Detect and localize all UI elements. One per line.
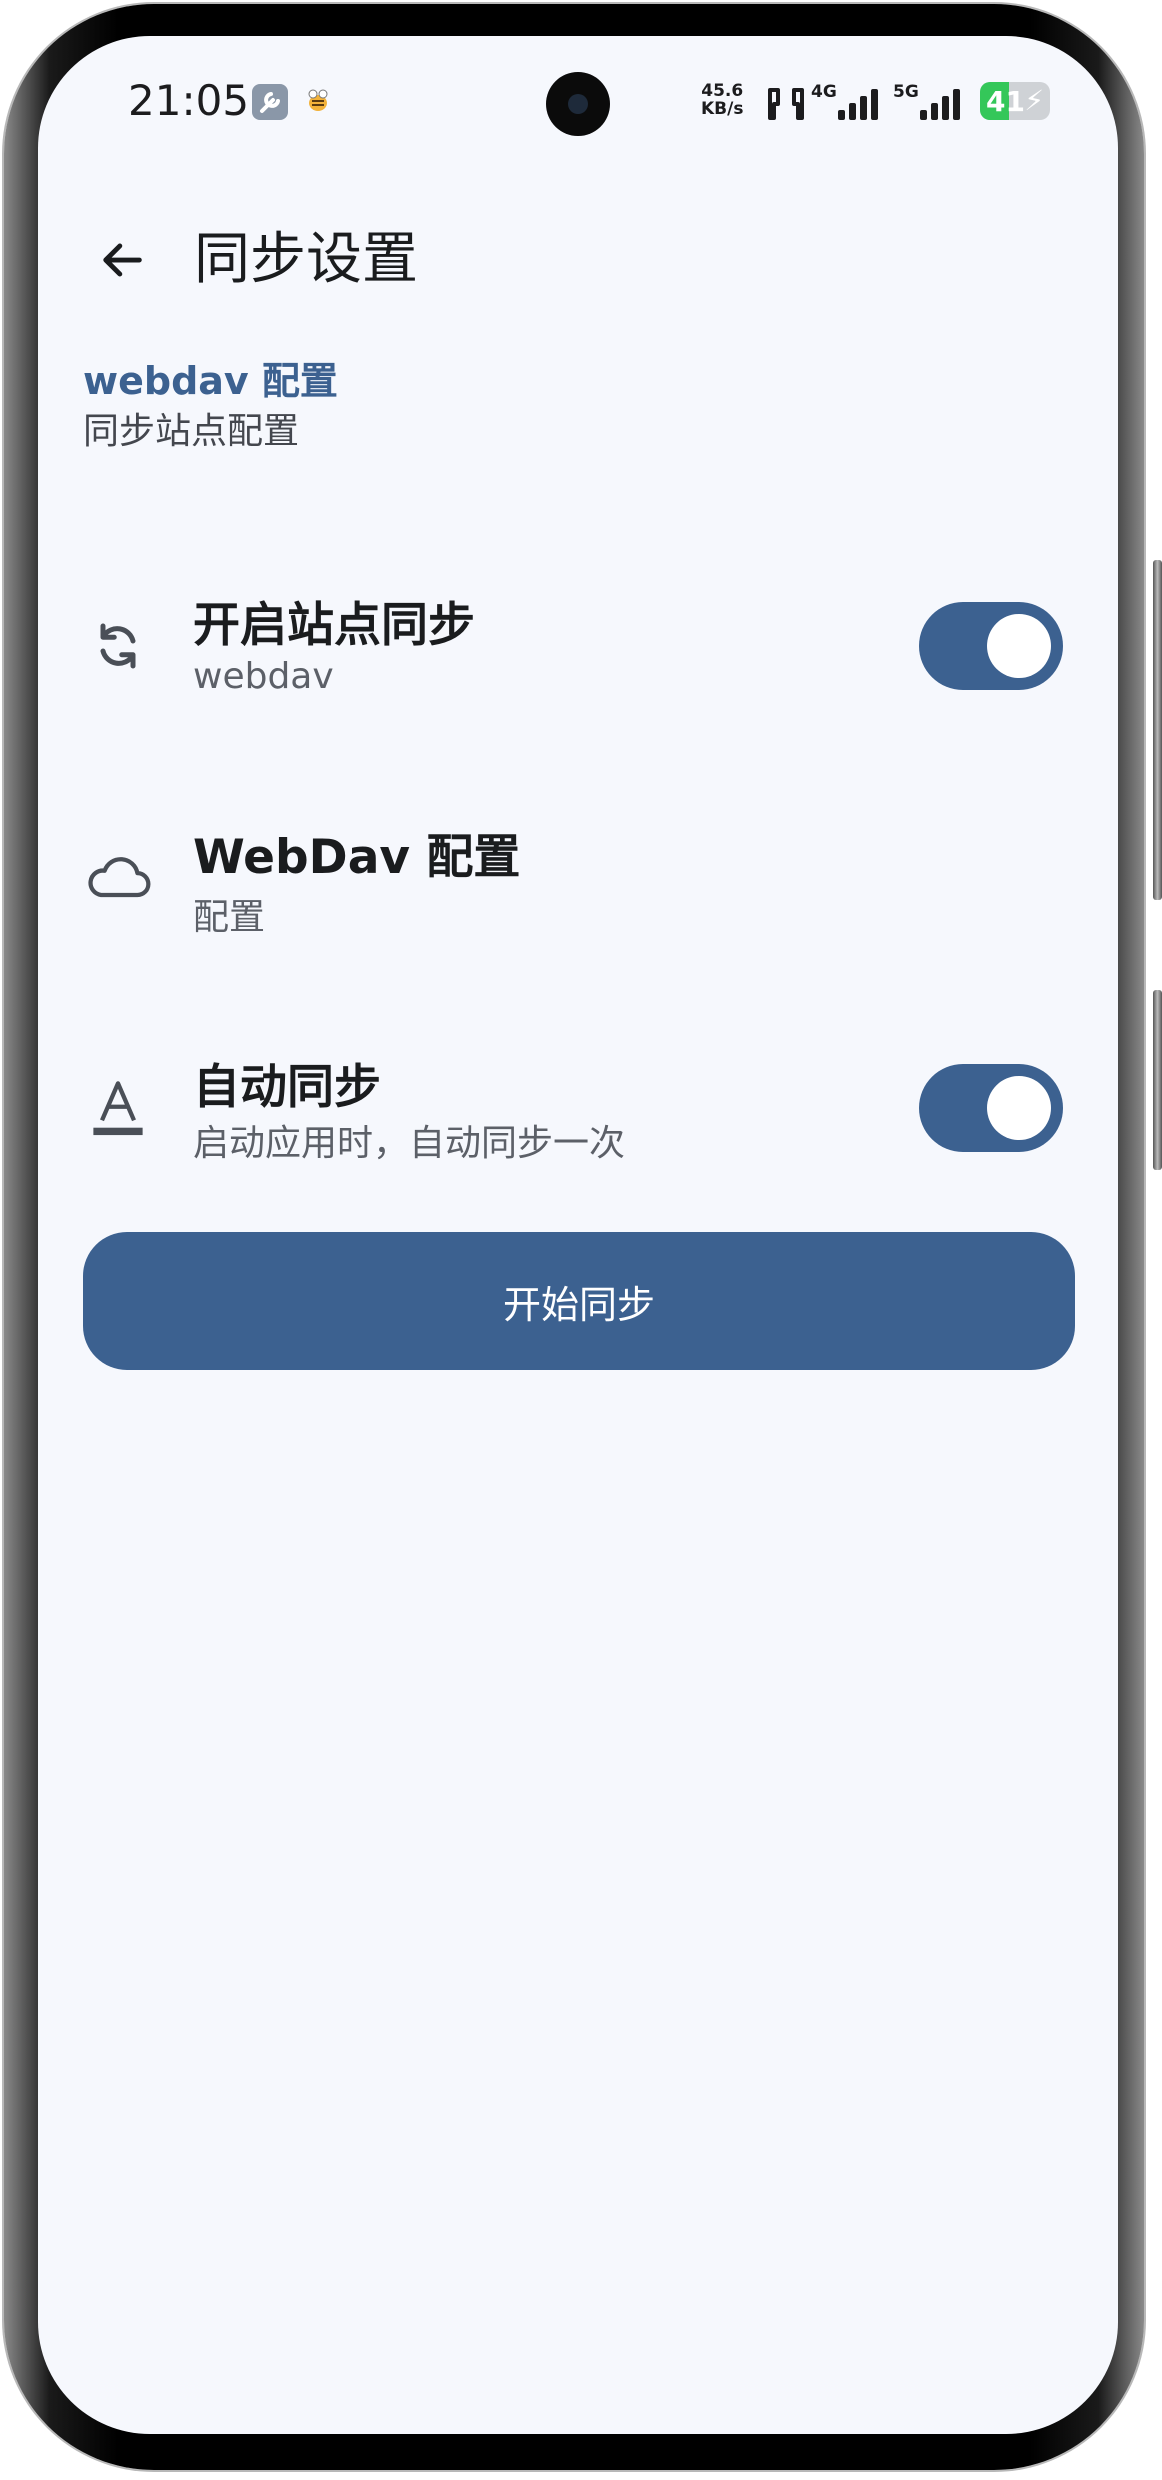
charging-icon: ⚡ bbox=[1024, 84, 1044, 117]
arrow-back-icon bbox=[103, 243, 142, 277]
setting-subtitle: 配置 bbox=[193, 897, 266, 938]
section-subtitle: 同步站点配置 bbox=[83, 411, 300, 452]
setting-title: WebDav 配置 bbox=[193, 830, 521, 885]
sync-icon bbox=[78, 606, 158, 686]
site-sync-switch[interactable] bbox=[919, 602, 1063, 690]
settings-row-webdav-config[interactable]: WebDav 配置 配置 bbox=[38, 788, 1118, 968]
earbuds-icon bbox=[764, 86, 808, 126]
volume-button bbox=[1153, 560, 1162, 900]
status-time: 21:05 bbox=[128, 76, 250, 125]
settings-row-site-sync[interactable]: 开启站点同步 webdav bbox=[38, 556, 1118, 736]
setting-title: 开启站点同步 bbox=[193, 598, 475, 653]
switch-knob bbox=[987, 1076, 1051, 1140]
front-camera bbox=[546, 72, 610, 136]
start-sync-button[interactable]: 开始同步 bbox=[83, 1232, 1075, 1370]
battery-level: 41 bbox=[986, 85, 1025, 118]
network-label-2: 5G bbox=[893, 82, 919, 102]
app-screen: 21:05 45.6 KB/s 4G 5G 41 ⚡ 同步设置 webdav 配… bbox=[38, 36, 1118, 2434]
back-button[interactable] bbox=[82, 220, 162, 300]
text-format-icon bbox=[78, 1068, 158, 1148]
setting-title: 自动同步 bbox=[193, 1060, 381, 1115]
status-bar: 21:05 45.6 KB/s 4G 5G 41 ⚡ bbox=[38, 36, 1118, 176]
cloud-icon bbox=[78, 838, 158, 918]
page-title: 同步设置 bbox=[194, 227, 418, 292]
settings-row-auto-sync[interactable]: 自动同步 启动应用时，自动同步一次 bbox=[38, 1018, 1118, 1198]
battery-indicator: 41 ⚡ bbox=[980, 82, 1050, 120]
network-label-1: 4G bbox=[811, 82, 837, 102]
phone-device: 21:05 45.6 KB/s 4G 5G 41 ⚡ 同步设置 webdav 配… bbox=[0, 0, 1162, 2480]
setting-subtitle: webdav bbox=[193, 656, 334, 697]
auto-sync-switch[interactable] bbox=[919, 1064, 1063, 1152]
network-speed: 45.6 KB/s bbox=[701, 82, 743, 118]
network-speed-value: 45.6 bbox=[701, 81, 744, 101]
signal-strength-2-icon bbox=[920, 88, 964, 120]
section-header: webdav 配置 bbox=[83, 359, 338, 403]
signal-strength-1-icon bbox=[838, 88, 882, 120]
wrench-icon bbox=[252, 84, 288, 120]
setting-subtitle: 启动应用时，自动同步一次 bbox=[193, 1123, 626, 1164]
power-button bbox=[1153, 990, 1162, 1170]
network-speed-unit: KB/s bbox=[701, 99, 744, 119]
switch-knob bbox=[987, 614, 1051, 678]
bee-app-icon bbox=[300, 84, 336, 120]
app-bar: 同步设置 bbox=[38, 186, 1118, 326]
